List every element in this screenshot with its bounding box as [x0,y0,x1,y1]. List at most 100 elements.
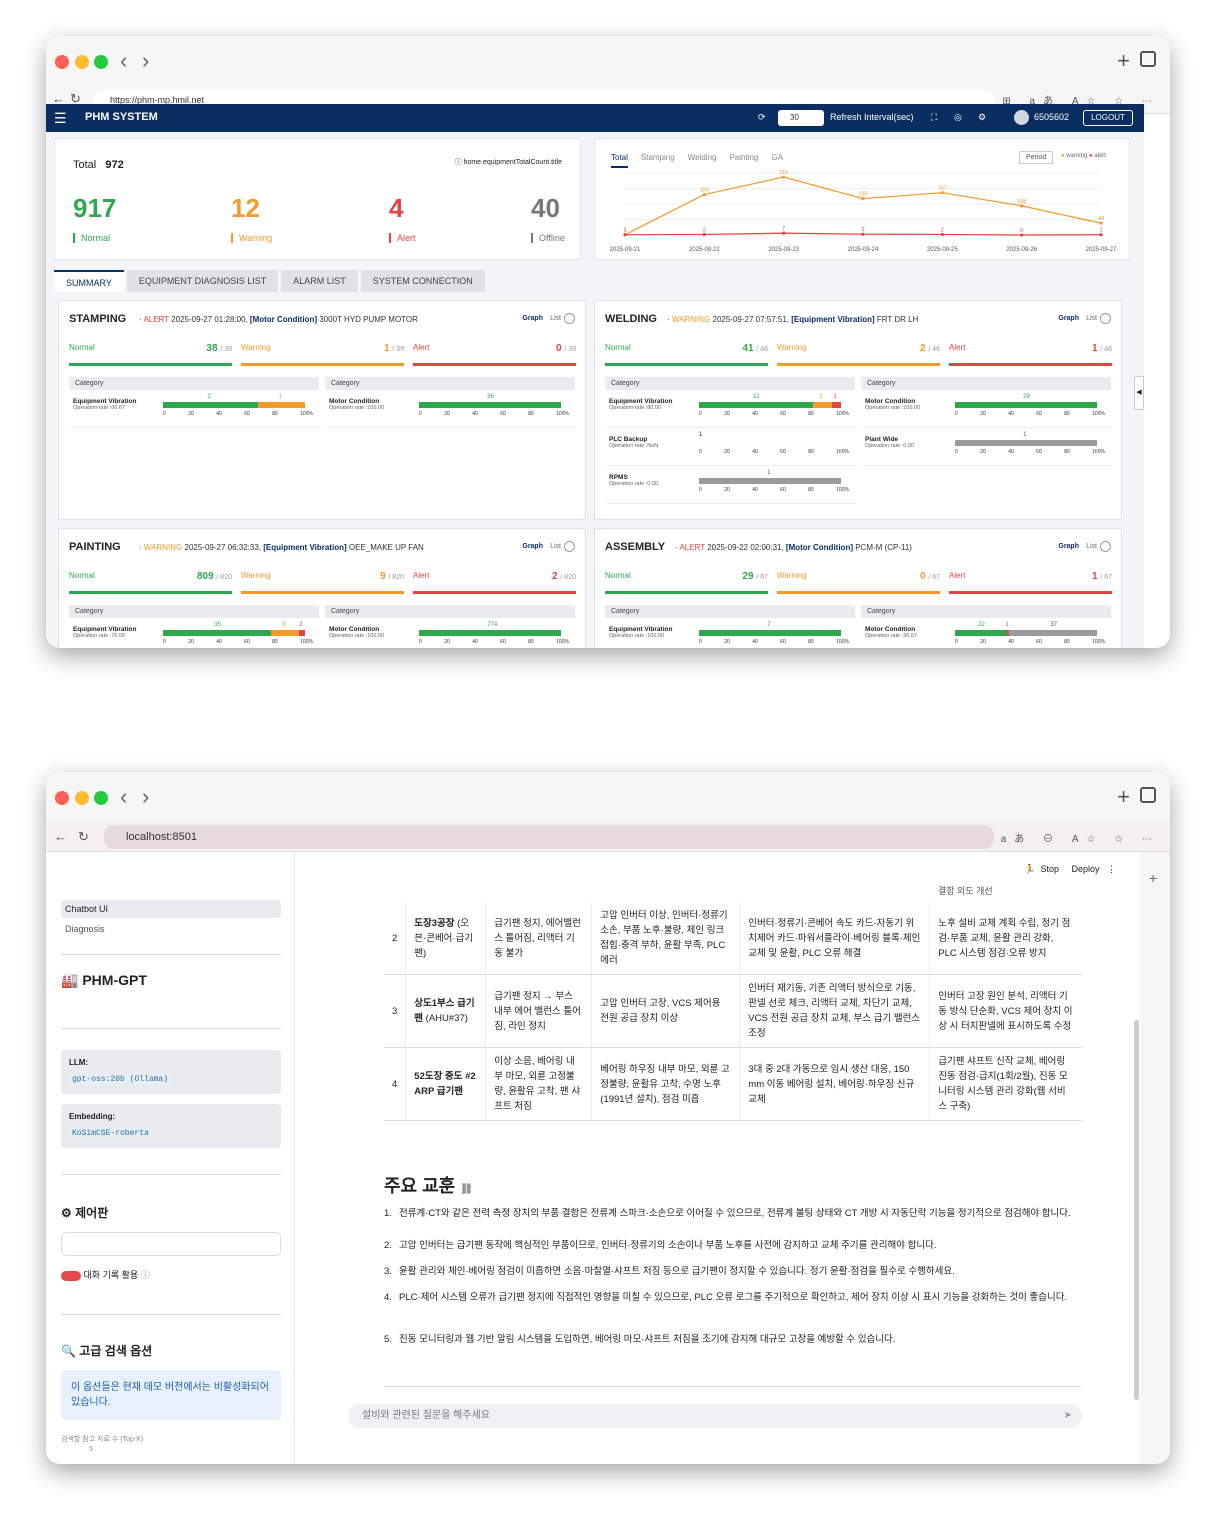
send-icon[interactable]: ➤ [1064,1404,1072,1428]
lesson-number: 3. [384,1266,392,1277]
back-icon[interactable]: ← [54,829,67,844]
refresh-interval-input[interactable]: 30 [778,110,824,126]
stop-button[interactable]: Stop [1040,864,1059,874]
graph-toggle[interactable]: Graph [522,543,543,550]
minimize-window-button[interactable] [75,791,89,805]
back-arrow-icon[interactable]: ‹ [120,784,127,810]
stacked-bar[interactable] [163,630,305,636]
fullscreen-icon[interactable]: ⛶ [931,112,937,123]
stacked-bar[interactable] [955,630,1097,636]
stacked-bar[interactable] [699,478,841,484]
more-icon[interactable]: ⋮ [1107,864,1116,874]
collapse-panel-icon[interactable]: ◀ [1134,376,1144,410]
forward-arrow-icon[interactable]: › [142,784,149,810]
help-icon[interactable]: ⓘ [141,1270,150,1280]
bar-segment[interactable] [955,630,1008,636]
category-row[interactable]: Equipment Vibration Operation rate :76.09… [69,618,319,648]
category-row[interactable]: Equipment Vibration Operation rate :100.0… [605,618,855,648]
category-row[interactable]: Equipment Vibration Operation rate :66.67… [69,390,319,428]
browser-toolbar-icons[interactable]: aあ ⊖ A☆ ☆ ⋯ [1001,830,1160,845]
stacked-bar[interactable] [699,402,841,408]
logout-button[interactable]: LOGOUT [1083,110,1133,126]
control-input[interactable] [61,1232,281,1256]
stacked-bar[interactable] [699,440,841,446]
pause-icon[interactable] [1100,541,1111,552]
bar-segment[interactable] [699,630,841,636]
bar-segment[interactable] [298,630,305,636]
tab-summary[interactable]: SUMMARY [54,270,124,292]
graph-toggle[interactable]: Graph [522,315,543,322]
stacked-bar[interactable] [699,630,841,636]
category-row[interactable]: Motor Condition Operation rate :100.00 36 0… [325,390,575,428]
list-toggle[interactable]: List [550,315,561,322]
bar-segment[interactable] [699,402,813,408]
pause-icon[interactable] [1100,313,1111,324]
add-icon[interactable]: + [1149,870,1157,886]
graph-toggle[interactable]: Graph [1058,315,1079,322]
maximize-window-button[interactable] [94,55,108,69]
bar-segment[interactable] [163,402,258,408]
forward-arrow-icon[interactable]: › [142,48,149,74]
reload-icon[interactable]: ↻ [78,829,89,845]
scrollbar[interactable] [1134,1020,1139,1400]
category-row[interactable]: Motor Condition Operation rate :100.00 774… [325,618,575,648]
back-arrow-icon[interactable]: ‹ [120,48,127,74]
stacked-bar[interactable] [419,402,561,408]
bar-segment[interactable] [271,630,299,636]
tab-system-connection[interactable]: SYSTEM CONNECTION [360,270,485,292]
url-field[interactable]: localhost:8501 [104,825,994,849]
stacked-bar[interactable] [955,402,1097,408]
bar-segment[interactable] [419,402,561,408]
avatar[interactable] [1014,110,1029,125]
chat-input[interactable]: 설비와 관련된 질문을 해주세요 ➤ [348,1404,1082,1428]
toggle-switch[interactable] [61,1270,81,1281]
bar-segment[interactable] [812,402,832,408]
bar-segment[interactable] [257,402,305,408]
category-row[interactable]: Plant Wide Operation rate :0.00 1 0 20 40 60 80… [861,428,1111,466]
new-tab-icon[interactable]: + [1117,48,1130,74]
deploy-button[interactable]: Deploy [1071,864,1099,874]
bar-segment[interactable] [955,402,1097,408]
category-row[interactable]: Equipment Vibration Operation rate :80.00… [605,390,855,428]
pause-icon[interactable] [564,313,575,324]
globe-icon[interactable]: ◎ [954,112,962,123]
bar-segment[interactable] [419,630,561,636]
refresh-icon[interactable]: ⟳ [758,112,766,123]
list-toggle[interactable]: List [550,543,561,550]
category-row[interactable]: Motor Condition Operation rate :100.00 29 0… [861,390,1111,428]
bar-segment[interactable] [955,440,1097,446]
category-row[interactable]: Motor Condition Operation rate :36.67 22 1 3… [861,618,1111,648]
new-tab-icon[interactable]: + [1117,784,1130,810]
close-window-button[interactable] [55,791,69,805]
list-toggle[interactable]: List [1086,315,1097,322]
gear-icon[interactable]: ⚙ [978,112,986,123]
nav-diagnosis[interactable]: Diagnosis [61,924,281,934]
axis-tick: 0 [699,411,702,417]
minimize-window-button[interactable] [75,55,89,69]
pause-icon[interactable] [564,541,575,552]
category-row[interactable]: RPMS Operation rate :0.00 1 0 20 40 60 80 100% [605,466,855,504]
menu-icon[interactable]: ☰ [54,110,67,127]
bar-segment[interactable] [699,478,841,484]
bar-segment[interactable] [1009,630,1097,636]
stacked-bar[interactable] [163,402,305,408]
close-window-button[interactable] [55,55,69,69]
link-icon[interactable]: ⛓ [460,1184,473,1195]
stacked-bar[interactable] [419,630,561,636]
nav-chatbot-ui[interactable]: Chatbot UI [61,900,281,918]
bar-segment[interactable] [831,402,841,408]
bar-axis: 0 20 40 60 80 100% [699,411,849,417]
maximize-window-button[interactable] [94,791,108,805]
history-toggle[interactable]: 대화 기록 활용 ⓘ [61,1268,281,1281]
tabs-overview-icon[interactable] [1140,787,1156,803]
tab-equipment-diagnosis-list[interactable]: EQUIPMENT DIAGNOSIS LIST [126,270,279,292]
graph-toggle[interactable]: Graph [1058,543,1079,550]
bar-segment[interactable] [163,630,272,636]
tab-alarm-list[interactable]: ALARM LIST [281,270,358,292]
tabs-overview-icon[interactable] [1140,51,1156,67]
list-toggle[interactable]: List [1086,543,1097,550]
lesson-number: 2. [384,1240,392,1251]
stacked-bar[interactable] [955,440,1097,446]
category-left: Category Equipment Vibration Operation rat… [69,377,319,428]
category-row[interactable]: PLC Backup Operation rate :NaN 1 0 20 40 60 80 1… [605,428,855,466]
